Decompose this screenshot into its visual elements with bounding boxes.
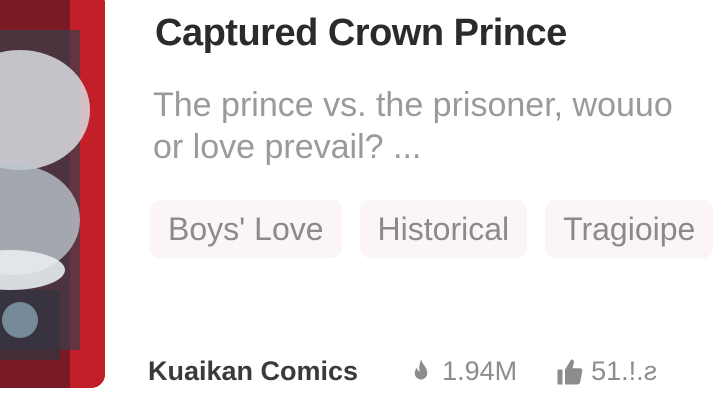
views-count: 1.94M [442,356,518,386]
tag-historical[interactable]: Historical [359,200,528,258]
comic-title[interactable]: Captured Crown Prince [155,12,567,55]
cover-artwork [0,0,105,388]
cover-image[interactable] [0,0,105,388]
flame-icon [406,357,436,387]
likes-stat: 51.!.ƨ [555,356,657,387]
genre-tags: Boys' Love Historical Tragioipe [150,200,714,258]
comic-card[interactable]: Captured Crown Prince The prince vs. the… [0,0,720,405]
tag-tragic[interactable]: Tragioipe [545,200,714,258]
card-footer: Kuaikan Comics 1.94M 51.!.ƨ [148,356,695,387]
comic-description: The prince vs. the prisoner, wouuo or lo… [153,84,720,168]
views-stat: 1.94M [406,356,517,387]
thumbs-up-icon [555,357,585,387]
description-line-1: The prince vs. the prisoner, wouuo [153,86,673,124]
likes-count: 51.!.ƨ [591,356,658,386]
description-line-2: or love prevail? ... [153,128,422,166]
publisher-name[interactable]: Kuaikan Comics [148,356,358,387]
tag-boys-love[interactable]: Boys' Love [150,200,342,258]
